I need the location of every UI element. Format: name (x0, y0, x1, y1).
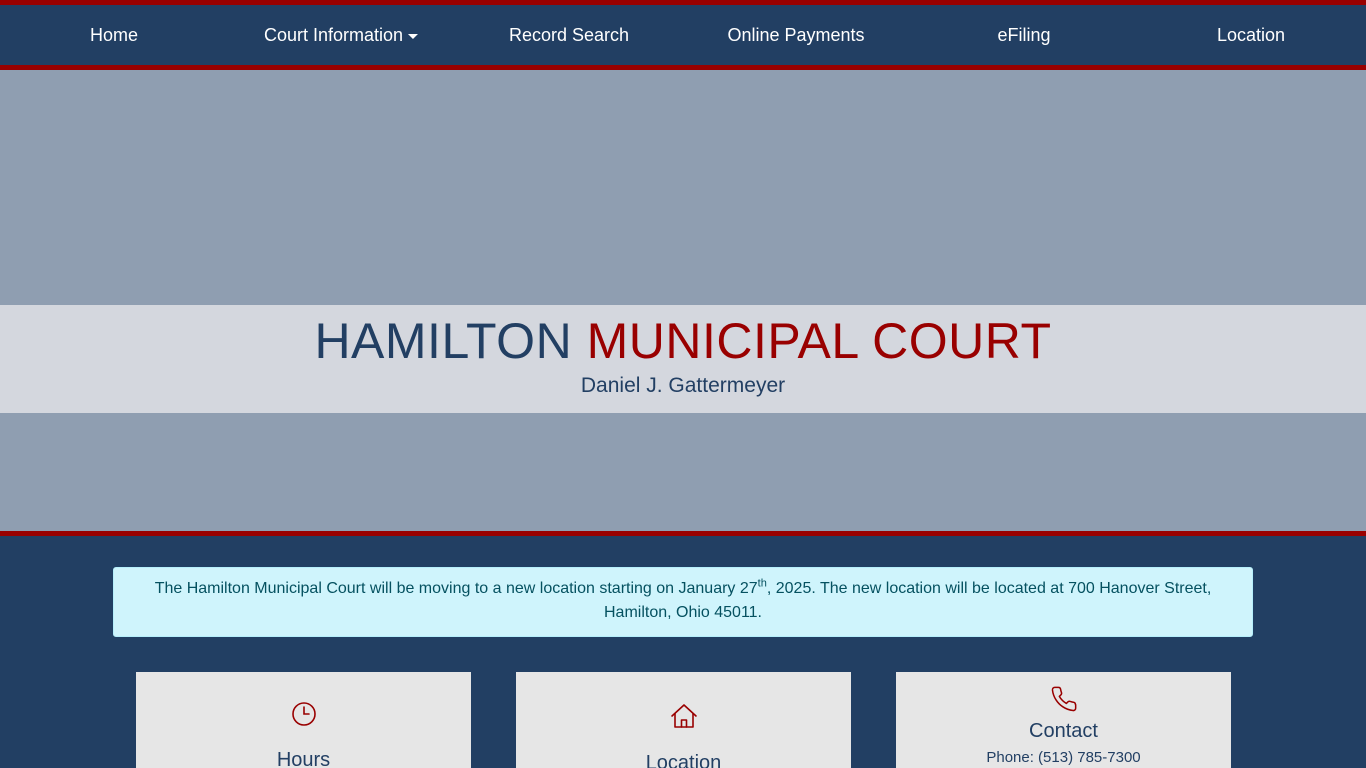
nav-record-search[interactable]: Record Search (509, 5, 629, 65)
alert-superscript: th (757, 577, 767, 590)
location-card[interactable]: Location (516, 672, 851, 768)
phone-icon (1050, 685, 1078, 718)
hours-card-title: Hours (276, 749, 331, 768)
nav-efiling[interactable]: eFiling (997, 5, 1050, 65)
nav-efiling-label: eFiling (997, 25, 1051, 45)
clock-icon (291, 701, 317, 732)
contact-card[interactable]: Contact Phone: (513) 785-7300 (896, 672, 1231, 768)
top-navigation-bar: Home Court Information Record Search Onl… (0, 0, 1366, 70)
hero-title-band: HAMILTON MUNICIPAL COURT Daniel J. Gatte… (0, 305, 1366, 413)
home-icon (670, 703, 698, 734)
contact-card-title: Contact (1029, 720, 1098, 742)
nav-online-payments-label: Online Payments (727, 25, 865, 45)
alert-text-start: The Hamilton Municipal Court will be mov… (154, 580, 758, 597)
nav-home[interactable]: Home (90, 5, 138, 65)
nav-location[interactable]: Location (1217, 5, 1285, 65)
hours-card[interactable]: Hours (136, 672, 471, 768)
relocation-alert: The Hamilton Municipal Court will be mov… (113, 567, 1253, 637)
nav-location-label: Location (1216, 25, 1286, 45)
hero-banner: HAMILTON MUNICIPAL COURT Daniel J. Gatte… (0, 70, 1366, 531)
location-card-title: Location (645, 752, 722, 768)
title-part-municipal-court: MUNICIPAL COURT (586, 313, 1052, 369)
nav-online-payments[interactable]: Online Payments (727, 5, 864, 65)
page-title: HAMILTON MUNICIPAL COURT (0, 313, 1366, 369)
nav-court-information[interactable]: Court Information (263, 5, 419, 65)
nav-home-label: Home (89, 25, 139, 45)
nav-court-information-label: Court Information (263, 25, 404, 45)
hero-divider (0, 531, 1366, 536)
caret-down-icon (408, 33, 419, 39)
nav-record-search-label: Record Search (508, 25, 630, 45)
title-part-hamilton: HAMILTON (314, 313, 573, 369)
main-nav: Home Court Information Record Search Onl… (0, 5, 1366, 65)
judge-name: Daniel J. Gattermeyer (580, 374, 786, 397)
contact-phone[interactable]: Phone: (513) 785-7300 (896, 749, 1231, 767)
